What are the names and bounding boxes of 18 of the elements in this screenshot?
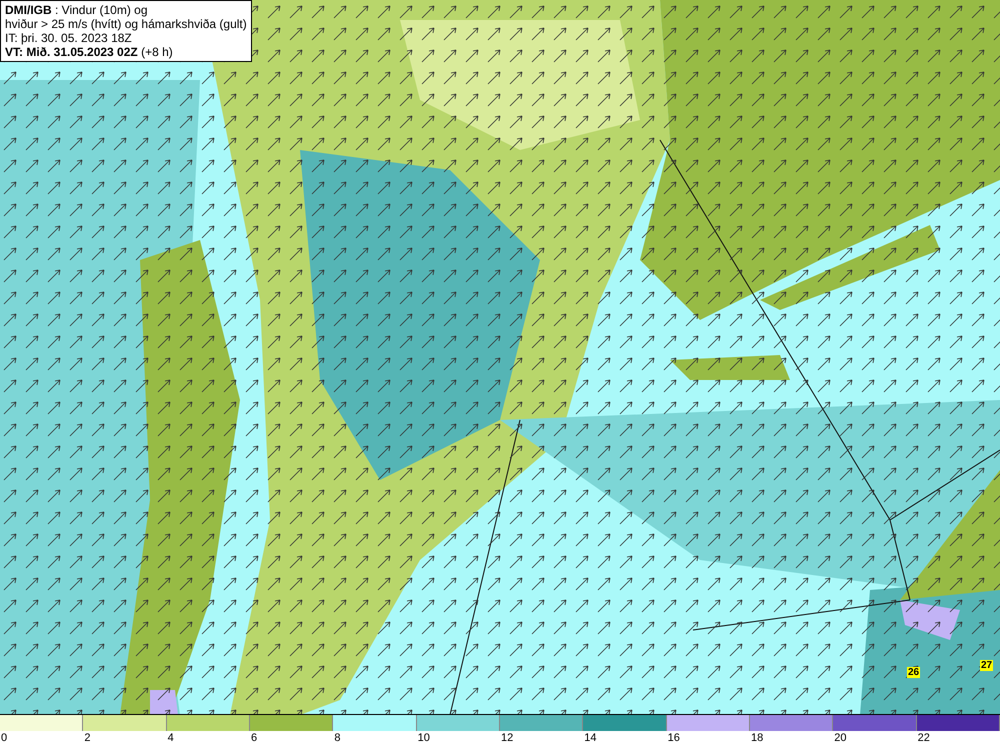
legend-tick-label: 2 — [83, 731, 90, 746]
title-line: IT: þri. 30. 05. 2023 18Z — [5, 31, 133, 45]
legend-tick-label: 10 — [416, 731, 430, 746]
gust-label: 27 — [980, 660, 994, 671]
legend-tick-label: 18 — [750, 731, 764, 746]
gust-label: 26 — [907, 667, 920, 678]
legend-tick-label: 14 — [583, 731, 597, 746]
legend-tick-label: 12 — [500, 731, 514, 746]
legend-tick-label: 0 — [0, 731, 8, 746]
legend-tick-label: 22 — [916, 731, 930, 746]
title-line: DMI/IGB : Vindur (10m) og — [5, 3, 148, 17]
legend-tick-label: 20 — [833, 731, 847, 746]
legend-tick-label: 8 — [333, 731, 340, 746]
legend-tick-label: 6 — [250, 731, 258, 746]
legend-tick-label: 4 — [166, 731, 174, 746]
title-line: hviður > 25 m/s (hvítt) og hámarkshviða (gult) — [5, 17, 247, 31]
legend-tick-label: 16 — [666, 731, 680, 746]
title-line: VT: Mið. 31.05.2023 02Z (+8 h) — [5, 45, 174, 59]
